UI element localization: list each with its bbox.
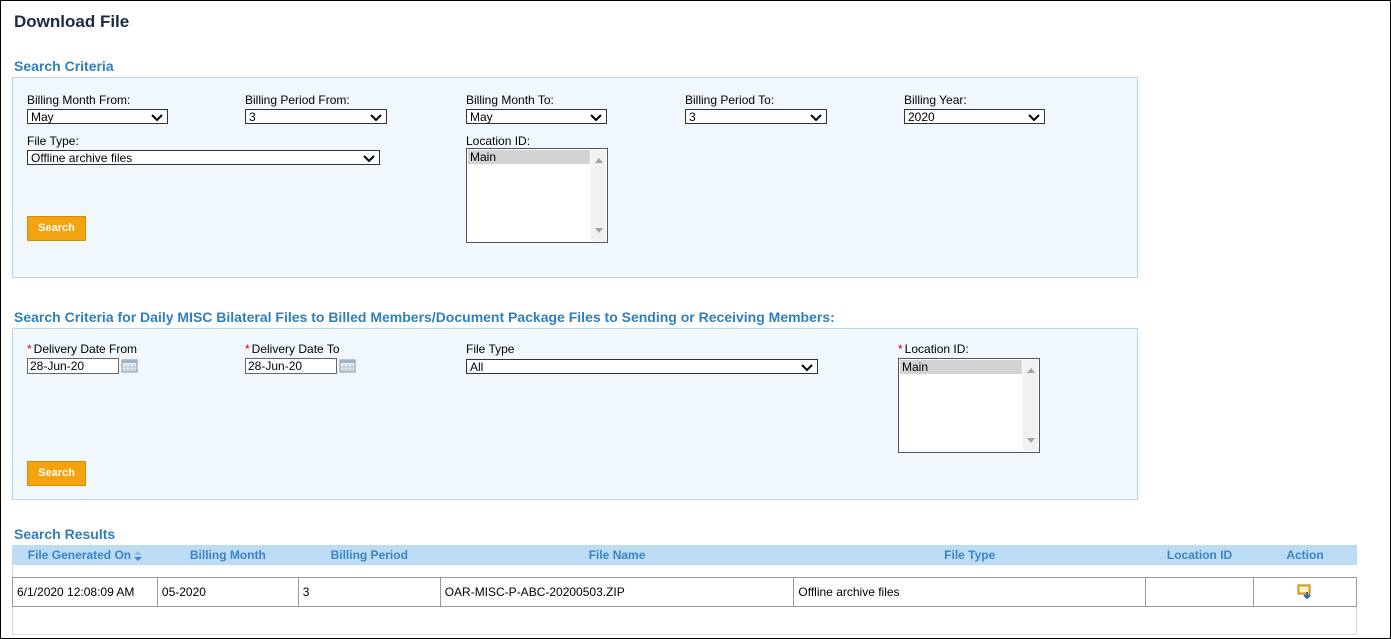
- daily-location-id-label: * Location ID:: [898, 342, 969, 356]
- search-criteria-title: Search Criteria: [14, 58, 114, 74]
- required-mark: *: [245, 342, 250, 356]
- billing-month-to-select[interactable]: May: [466, 109, 607, 124]
- download-icon[interactable]: [1297, 583, 1313, 599]
- delivery-date-from-label: * Delivery Date From: [27, 342, 137, 356]
- calendar-icon[interactable]: [339, 359, 356, 373]
- chevron-down-icon: [590, 114, 602, 122]
- location-id-listbox[interactable]: Main: [466, 148, 608, 243]
- col-billing-month[interactable]: Billing Month: [157, 545, 299, 565]
- col-action: Action: [1253, 545, 1357, 565]
- listbox-scrollbar[interactable]: [591, 150, 606, 241]
- col-file-generated-on[interactable]: File Generated On: [12, 545, 158, 565]
- billing-year-label: Billing Year:: [904, 93, 967, 107]
- billing-period-from-label: Billing Period From:: [245, 93, 350, 107]
- cell-location-id: [1145, 577, 1254, 607]
- chevron-down-icon: [151, 114, 163, 122]
- results-header-row: File Generated On Billing Month Billing …: [12, 545, 1357, 565]
- delivery-date-to-label: * Delivery Date To: [245, 342, 340, 356]
- daily-location-id-label-text: Location ID:: [904, 342, 969, 356]
- billing-period-to-select[interactable]: 3: [685, 109, 827, 124]
- cell-billing-month: 05-2020: [156, 577, 299, 607]
- billing-period-to-label: Billing Period To:: [685, 93, 775, 107]
- daily-criteria-title: Search Criteria for Daily MISC Bilateral…: [14, 309, 835, 325]
- cell-billing-period: 3: [297, 577, 441, 607]
- billing-period-from-value: 3: [249, 110, 256, 124]
- cell-file-type: Offline archive files: [793, 577, 1147, 607]
- file-type-label: File Type:: [27, 134, 79, 148]
- file-type-select[interactable]: Offline archive files: [27, 150, 380, 165]
- col-billing-period[interactable]: Billing Period: [298, 545, 441, 565]
- daily-file-type-label: File Type: [466, 342, 515, 356]
- col-location-id[interactable]: Location ID: [1145, 545, 1254, 565]
- chevron-down-icon: [810, 114, 822, 122]
- scroll-up-arrow-icon[interactable]: [1027, 368, 1035, 373]
- header-spacer: [12, 565, 1357, 578]
- cell-file-name: OAR-MISC-P-ABC-20200503.ZIP: [439, 577, 795, 607]
- delivery-date-from-label-text: Delivery Date From: [33, 342, 138, 356]
- location-id-label: Location ID:: [466, 134, 531, 148]
- col-file-generated-on-label: File Generated On: [27, 548, 132, 562]
- daily-location-option-main[interactable]: Main: [900, 360, 1022, 374]
- listbox-scrollbar[interactable]: [1023, 360, 1038, 451]
- chevron-down-icon: [1028, 114, 1040, 122]
- col-file-name[interactable]: File Name: [440, 545, 794, 565]
- delivery-date-to-label-text: Delivery Date To: [251, 342, 340, 356]
- results-table: File Generated On Billing Month Billing …: [12, 545, 1357, 607]
- page-title: Download File: [14, 12, 130, 31]
- scroll-down-arrow-icon[interactable]: [595, 228, 603, 233]
- billing-year-value: 2020: [908, 110, 935, 124]
- billing-month-from-select[interactable]: May: [27, 109, 168, 124]
- scroll-up-arrow-icon[interactable]: [595, 158, 603, 163]
- daily-search-button[interactable]: Search: [27, 461, 86, 486]
- billing-month-from-value: May: [31, 110, 54, 124]
- location-option-main[interactable]: Main: [468, 150, 590, 164]
- cell-file-generated-on: 6/1/2020 12:08:09 AM: [12, 577, 158, 607]
- billing-month-to-value: May: [470, 110, 493, 124]
- daily-file-type-select[interactable]: All: [466, 359, 818, 374]
- search-results-title: Search Results: [14, 526, 116, 542]
- required-mark: *: [898, 342, 903, 356]
- daily-location-id-listbox[interactable]: Main: [898, 358, 1040, 453]
- billing-month-from-label: Billing Month From:: [27, 93, 131, 107]
- col-file-type[interactable]: File Type: [793, 545, 1146, 565]
- delivery-date-to-input[interactable]: 28-Jun-20: [245, 358, 337, 374]
- delivery-date-from-input[interactable]: 28-Jun-20: [27, 358, 119, 374]
- search-button[interactable]: Search: [27, 216, 86, 241]
- file-type-value: Offline archive files: [31, 151, 133, 165]
- chevron-down-icon: [801, 364, 813, 372]
- calendar-icon[interactable]: [121, 359, 138, 373]
- table-row: 6/1/2020 12:08:09 AM 05-2020 3 OAR-MISC-…: [12, 577, 1357, 607]
- billing-month-to-label: Billing Month To:: [466, 93, 554, 107]
- billing-period-to-value: 3: [689, 110, 696, 124]
- sort-icon[interactable]: [134, 550, 143, 561]
- cell-action: [1253, 577, 1357, 607]
- required-mark: *: [27, 342, 32, 356]
- scroll-down-arrow-icon[interactable]: [1027, 438, 1035, 443]
- billing-year-select[interactable]: 2020: [904, 109, 1045, 124]
- chevron-down-icon: [370, 114, 382, 122]
- billing-period-from-select[interactable]: 3: [245, 109, 387, 124]
- chevron-down-icon: [363, 155, 375, 163]
- daily-file-type-value: All: [470, 360, 484, 374]
